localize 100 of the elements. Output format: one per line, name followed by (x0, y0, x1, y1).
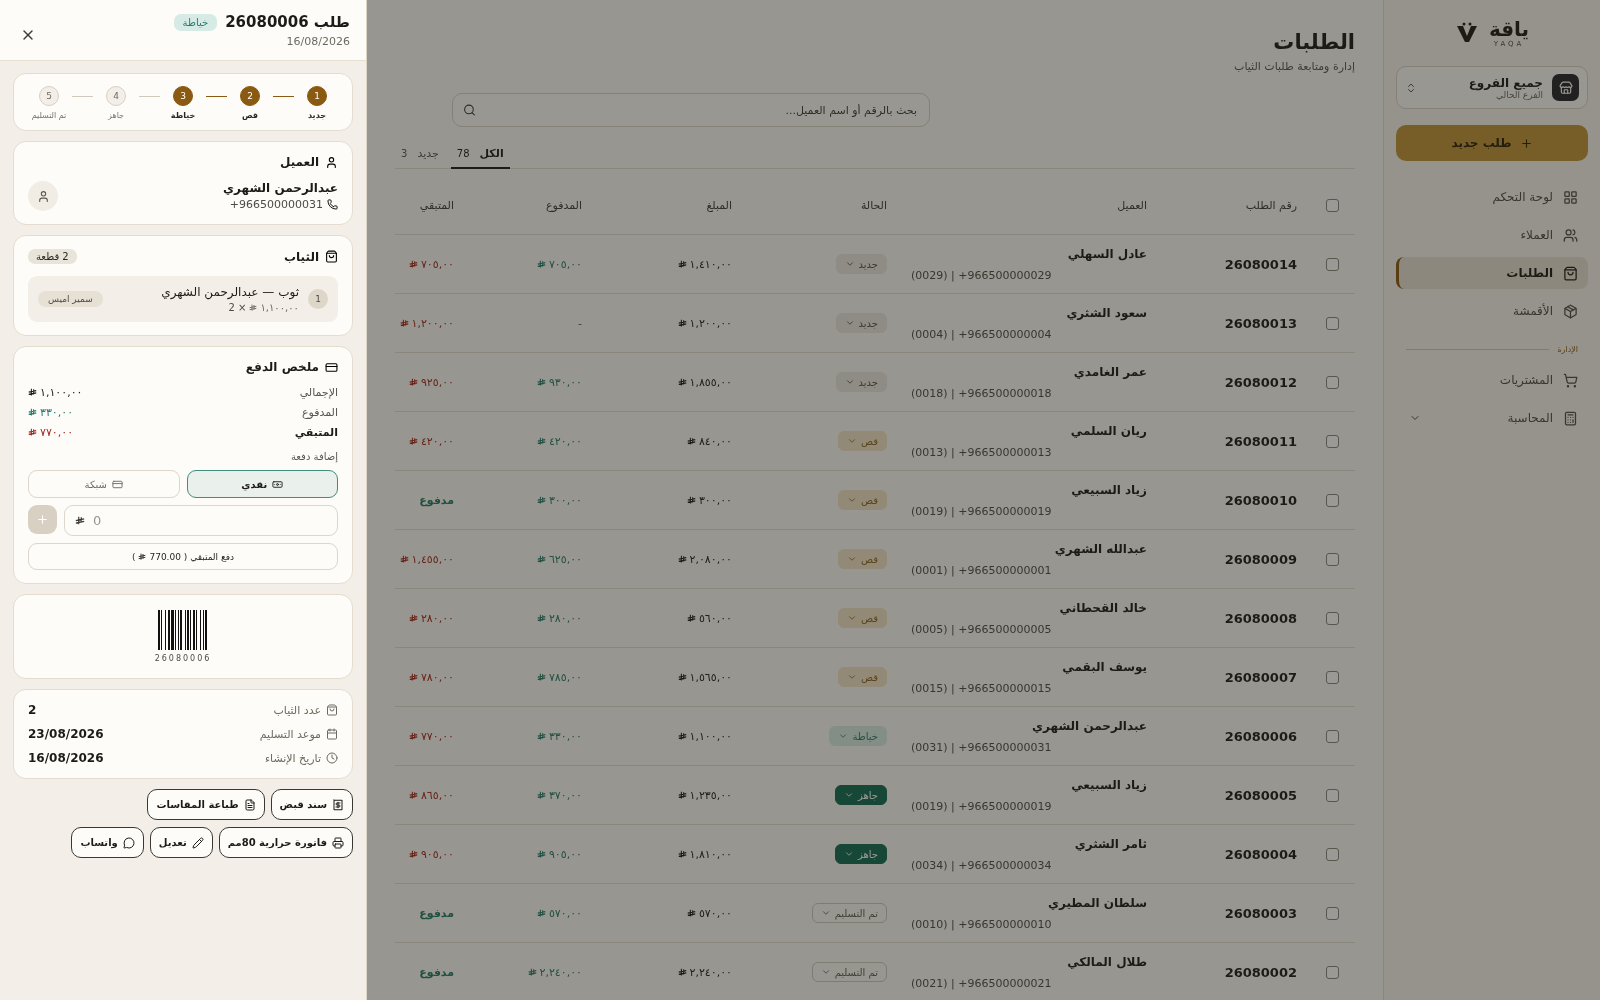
column-header: المتبقي (418, 199, 455, 212)
nav-item[interactable]: الأقمشة (1396, 295, 1588, 327)
amount: ٧٨٠,٠٠ (420, 670, 454, 684)
row-checkbox[interactable] (1325, 729, 1339, 743)
row-checkbox[interactable] (1325, 611, 1339, 625)
nav-item[interactable]: لوحة التحكم (1396, 181, 1588, 213)
currency-icon (408, 849, 418, 859)
amount: ٥٧٠,٠٠ (698, 906, 732, 920)
order-number: 26080010 (1223, 492, 1298, 508)
item-quantity: × 2 (228, 302, 247, 313)
row-checkbox[interactable] (1325, 316, 1339, 330)
currency-icon (686, 436, 696, 446)
item-title: ثوب — عبدالرحمن الشهري (160, 285, 299, 299)
amount: ٧٠٥,٠٠ (420, 257, 454, 271)
order-number: 26080011 (1223, 433, 1298, 449)
amount: ٧٧٠,٠٠ (40, 426, 74, 439)
currency-icon (408, 731, 418, 741)
currency-icon (28, 408, 37, 417)
row-checkbox[interactable] (1325, 375, 1339, 389)
currency-icon (408, 436, 418, 446)
add-payment-button[interactable] (28, 505, 57, 534)
nav-item[interactable]: المشتريات (1396, 364, 1588, 396)
user-icon (325, 155, 338, 169)
row-checkbox[interactable] (1325, 434, 1339, 448)
status-dropdown[interactable]: تم التسليم (811, 962, 887, 982)
calculator-icon (1563, 410, 1578, 426)
cash-icon (272, 478, 284, 490)
select-all-checkbox[interactable] (1325, 199, 1339, 212)
column-header: العميل (1116, 199, 1148, 212)
row-checkbox[interactable] (1325, 906, 1339, 920)
nav-item[interactable]: الطلبات (1396, 257, 1588, 289)
amount: ٧٨٥,٠٠ (548, 670, 582, 684)
grid-icon (1563, 189, 1578, 205)
info-value: 16/08/2026 (28, 751, 104, 765)
row-checkbox[interactable] (1325, 257, 1339, 271)
row-checkbox[interactable] (1325, 670, 1339, 684)
action-button[interactable]: تعديل (149, 827, 213, 858)
pay-remaining-button[interactable]: دفع المتبقي ( 770.00 ) (28, 543, 338, 570)
branch-selector[interactable]: جميع الفروع الفرع الحالي (1396, 66, 1588, 109)
row-checkbox[interactable] (1325, 788, 1339, 802)
currency-icon (408, 790, 418, 800)
customer-phone: (0015) | +966500000015 (911, 681, 1052, 695)
row-checkbox[interactable] (1325, 493, 1339, 507)
card-icon (111, 478, 123, 490)
status-dropdown[interactable]: جاهز (834, 844, 887, 864)
nav-item[interactable]: المحاسبة (1396, 402, 1588, 434)
chevron-down-icon (844, 259, 855, 269)
info-value: 2 (28, 703, 37, 717)
payment-method-button[interactable]: نقدي (186, 470, 338, 498)
row-checkbox[interactable] (1325, 965, 1339, 979)
status-dropdown[interactable]: جديد (835, 313, 887, 333)
step-label: تم التسليم (31, 111, 67, 120)
currency-icon (536, 613, 546, 623)
row-checkbox[interactable] (1325, 847, 1339, 861)
currency-icon (536, 790, 546, 800)
customer-name: زياد السبيعي (1070, 777, 1147, 792)
avatar (28, 181, 58, 211)
amount: ٥٦٠,٠٠ (698, 611, 732, 625)
section-label: الإدارة (1557, 345, 1578, 354)
amount: ٩٠٥,٠٠ (548, 847, 582, 861)
row-checkbox[interactable] (1325, 552, 1339, 566)
amount-field[interactable]: 0 (64, 505, 338, 536)
chevron-down-icon (843, 849, 854, 859)
calendar-icon (326, 728, 338, 740)
status-dropdown[interactable]: جاهز (834, 785, 887, 805)
info-value: 23/08/2026 (28, 727, 104, 741)
currency-icon (677, 967, 687, 977)
info-label: تاريخ الإنشاء (264, 751, 321, 765)
order-number: 26080003 (1223, 905, 1298, 921)
section-label: إضافة دفعة (289, 451, 338, 462)
barcode-number: 26080006 (154, 654, 212, 663)
users-icon (1563, 227, 1578, 243)
customer-phone: (0034) | +966500000034 (911, 858, 1052, 872)
amount: ٨٤٠,٠٠ (698, 434, 732, 448)
currency-icon (536, 731, 546, 741)
currency-icon (686, 908, 696, 918)
payment-method-button[interactable]: شبكة (28, 470, 180, 498)
status-badge: خياطة (173, 13, 218, 31)
currency-icon (677, 554, 687, 564)
amount: ٩٢٥,٠٠ (420, 375, 454, 389)
action-button[interactable]: سند قبض (270, 789, 353, 820)
status-dropdown[interactable]: جديد (835, 372, 887, 392)
nav-item[interactable]: العملاء (1396, 219, 1588, 251)
customer-phone: (0031) | +966500000031 (911, 740, 1052, 754)
order-number: 26080006 (1223, 728, 1298, 744)
status-dropdown[interactable]: جديد (835, 254, 887, 274)
status-dropdown[interactable]: تم التسليم (811, 903, 887, 923)
amount: ٣٣٠,٠٠ (548, 729, 582, 743)
amount: ١,١٠٠,٠٠ (260, 302, 299, 313)
currency-icon (536, 672, 546, 682)
currency-icon (677, 672, 687, 682)
currency-icon (138, 552, 147, 561)
action-button[interactable]: طباعة المقاسات (147, 789, 265, 820)
currency-icon (408, 377, 418, 387)
action-button[interactable]: واتساب (71, 827, 144, 858)
amount: ٤٢٠,٠٠ (548, 434, 582, 448)
step-label: قص (241, 111, 259, 120)
page-subtitle: إدارة ومتابعة طلبات الثياب (1233, 60, 1355, 73)
chevron-down-icon (844, 377, 855, 387)
action-button[interactable]: فاتورة حرارية 80مم (218, 827, 353, 858)
